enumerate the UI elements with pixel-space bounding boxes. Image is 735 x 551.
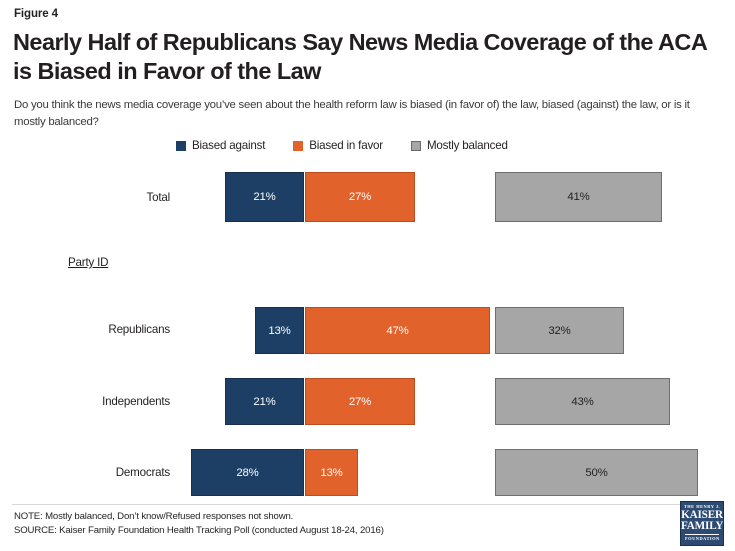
logo-line-foundation: FOUNDATION <box>685 533 720 541</box>
bar-independents-biased-against: 21% <box>225 378 304 425</box>
bar-value-total-mostly-balanced: 41% <box>567 191 590 203</box>
row-label-independents: Independents <box>102 395 170 408</box>
bar-democrats-biased-against: 28% <box>191 449 304 496</box>
bar-independents-biased-in-favor: 27% <box>305 378 415 425</box>
bar-value-republicans-mostly-balanced: 32% <box>548 324 571 337</box>
bar-value-total-biased-against: 21% <box>253 191 276 203</box>
footer-divider <box>12 504 723 505</box>
bar-republicans-mostly-balanced: 32% <box>495 307 624 354</box>
bar-republicans-biased-against: 13% <box>255 307 304 354</box>
chart-plot-area: Total 21% 27% 41% Party ID Republicans 1… <box>0 0 735 551</box>
row-label-republicans: Republicans <box>108 323 170 336</box>
bar-value-independents-biased-against: 21% <box>253 395 276 408</box>
bar-value-independents-biased-in-favor: 27% <box>348 395 372 408</box>
bar-value-republicans-biased-in-favor: 47% <box>386 324 409 337</box>
bar-value-democrats-biased-against: 28% <box>236 466 259 479</box>
chart-note: NOTE: Mostly balanced, Don’t know/Refuse… <box>14 511 294 522</box>
bar-value-total-biased-in-favor: 27% <box>348 191 372 203</box>
bar-total-mostly-balanced: 41% <box>495 172 662 222</box>
bar-independents-mostly-balanced: 43% <box>495 378 670 425</box>
chart-source: SOURCE: Kaiser Family Foundation Health … <box>14 525 384 536</box>
group-label-party-id: Party ID <box>68 256 109 269</box>
bar-democrats-mostly-balanced: 50% <box>495 449 698 496</box>
bar-democrats-biased-in-favor: 13% <box>305 449 358 496</box>
bar-republicans-biased-in-favor: 47% <box>305 307 490 354</box>
logo-line-family: FAMILY <box>681 520 724 533</box>
row-label-democrats: Democrats <box>115 466 170 479</box>
bar-total-biased-in-favor: 27% <box>305 172 415 222</box>
bar-total-biased-against: 21% <box>225 172 304 222</box>
row-label-total: Total <box>146 191 171 204</box>
bar-value-republicans-biased-against: 13% <box>268 324 291 337</box>
bar-value-democrats-mostly-balanced: 50% <box>585 466 608 479</box>
bar-value-democrats-biased-in-favor: 13% <box>320 466 343 479</box>
bar-value-independents-mostly-balanced: 43% <box>571 395 594 408</box>
kaiser-family-foundation-logo: THE HENRY J. KAISER FAMILY FOUNDATION <box>680 501 724 546</box>
